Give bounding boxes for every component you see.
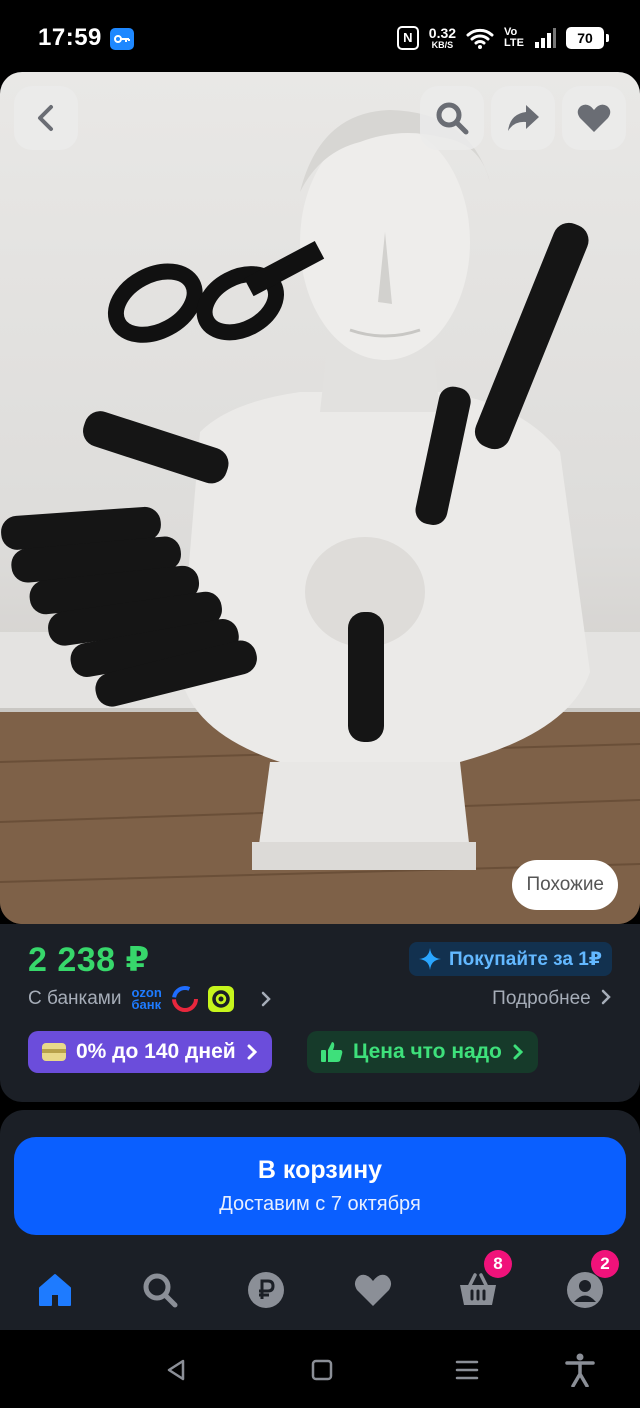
vpn-key-icon — [110, 28, 134, 50]
heart-icon — [577, 104, 611, 132]
system-home-button[interactable] — [302, 1352, 342, 1388]
installment-label: 0% до 140 дней — [76, 1040, 236, 1063]
chevron-left-icon — [38, 105, 53, 131]
ozon-bank-logo: ozon банк — [131, 986, 162, 1012]
chevron-right-icon — [261, 991, 271, 1007]
chevron-right-icon — [247, 1044, 257, 1060]
signal-icon — [535, 28, 556, 48]
tab-favorites[interactable] — [343, 1260, 403, 1320]
network-speed-value: 0.32 — [428, 25, 457, 41]
add-to-cart-button[interactable]: В корзину Доставим с 7 октября — [14, 1137, 626, 1235]
favorite-button[interactable] — [562, 86, 626, 150]
share-icon — [508, 105, 539, 131]
chevron-right-icon — [601, 989, 611, 1005]
basket-icon — [460, 1273, 496, 1305]
system-accessibility-button[interactable] — [560, 1352, 600, 1388]
details-label: Подробнее — [492, 988, 591, 1009]
thumbs-up-icon — [321, 1042, 343, 1062]
search-icon — [143, 1273, 178, 1308]
network-speed: 0.32 KB/S — [429, 26, 456, 50]
home-icon — [39, 1274, 71, 1306]
similar-button[interactable]: Похожие — [512, 860, 618, 910]
card-icon — [42, 1043, 66, 1061]
price-card: 2 238 ₽ Покупайте за 1₽ С банками ozon б… — [0, 924, 640, 1102]
cart-badge: 8 — [484, 1250, 512, 1278]
details-link[interactable]: Подробнее — [492, 988, 612, 1010]
product-image[interactable]: Похожие — [0, 72, 640, 924]
volte-bottom: LTE — [504, 37, 524, 49]
system-recents-button[interactable] — [447, 1352, 487, 1388]
sparkle-icon — [418, 948, 441, 970]
tab-finance[interactable] — [236, 1260, 296, 1320]
network-speed-unit: KB/S — [431, 40, 454, 50]
tab-cart[interactable]: 8 — [448, 1250, 512, 1320]
back-button[interactable] — [14, 86, 78, 150]
share-button[interactable] — [491, 86, 555, 150]
price: 2 238 ₽ — [28, 941, 150, 979]
search-button[interactable] — [420, 86, 484, 150]
battery-indicator: 70 — [566, 27, 609, 49]
delivery-date: Доставим с 7 октября — [219, 1193, 421, 1215]
good-price-button[interactable]: Цена что надо — [307, 1031, 538, 1073]
good-price-label: Цена что надо — [353, 1040, 502, 1063]
status-bar: 17:59 N 0.32 KB/S Vo LTE 70 — [0, 0, 640, 72]
banks-label: С банками — [28, 988, 122, 1009]
square-home-icon — [311, 1359, 333, 1381]
volte-indicator: Vo LTE — [504, 27, 524, 49]
chevron-right-icon — [513, 1044, 523, 1060]
promo-label: Покупайте за 1₽ — [448, 948, 602, 970]
system-back-button[interactable] — [156, 1352, 196, 1388]
product-photo — [0, 110, 640, 924]
ozon-bank-line2: банк — [131, 997, 162, 1012]
ruble-icon — [248, 1272, 284, 1308]
tab-profile[interactable]: 2 — [555, 1250, 619, 1320]
nfc-icon: N — [396, 26, 419, 50]
bank-logo-green-icon — [207, 986, 234, 1012]
accessibility-icon — [565, 1353, 595, 1387]
status-time: 17:59 — [38, 24, 102, 51]
bank-logo-icon — [171, 986, 198, 1012]
wifi-icon — [466, 28, 494, 49]
banks-row[interactable]: С банками ozon банк — [28, 986, 272, 1012]
tab-search[interactable] — [130, 1260, 190, 1320]
menu-icon — [455, 1360, 479, 1380]
heart-icon — [354, 1274, 392, 1306]
search-icon — [436, 102, 469, 135]
profile-badge: 2 — [591, 1250, 619, 1278]
system-navigation-bar — [0, 1330, 640, 1408]
tab-home[interactable] — [25, 1260, 85, 1320]
promo-buy-for-1-button[interactable]: Покупайте за 1₽ — [408, 942, 612, 976]
installment-button[interactable]: 0% до 140 дней — [28, 1031, 272, 1073]
cart-button-title: В корзину — [257, 1156, 383, 1184]
triangle-back-icon — [167, 1359, 185, 1381]
bottom-tabbar: 8 2 — [0, 1250, 640, 1320]
